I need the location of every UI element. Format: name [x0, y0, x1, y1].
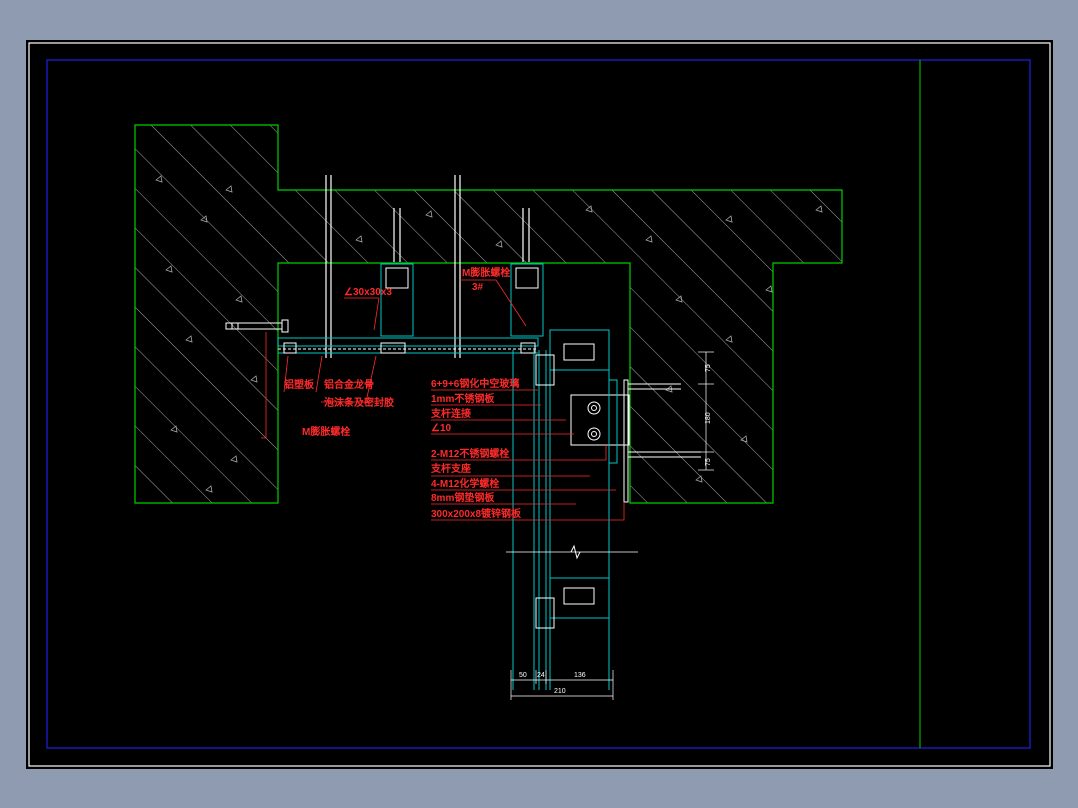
dim-right-mid: 180	[705, 412, 712, 424]
label-expansion-bolt-top: M膨胀螺栓	[462, 266, 510, 279]
label-steel-support: 支杆支座	[430, 462, 471, 475]
label-expansion-bolt-left: M膨胀螺栓	[302, 425, 350, 438]
label-stainless-plate: 1mm不锈钢板	[431, 392, 495, 405]
cad-viewport[interactable]: 75 180 75 50 24 136 210 ∠30x30x3 M膨胀螺栓 3…	[26, 40, 1053, 769]
label-steel-plate-8: 8mm钢垫钢板	[431, 491, 495, 504]
cad-drawing: 75 180 75 50 24 136 210 ∠30x30x3 M膨胀螺栓 3…	[28, 42, 1051, 767]
label-chemical-bolts: 4-M12化学螺栓	[431, 477, 499, 490]
label-angle-steel: ∠30x30x3	[344, 287, 392, 298]
label-glass: 6+9+6钢化中空玻璃	[431, 377, 519, 390]
dim-right-bot: 75	[705, 458, 712, 466]
label-embedded-plate: 300x200x8镀锌钢板	[431, 507, 522, 520]
concrete-slab-left	[134, 124, 843, 504]
label-stainless-bolts: 2-M12不锈钢螺栓	[431, 447, 509, 460]
ceiling-panel	[277, 337, 539, 354]
dim-right-top: 75	[705, 364, 712, 372]
dim-bottom-3: 136	[574, 672, 586, 679]
label-angle-10: ∠10	[431, 423, 452, 434]
label-support-plate: 支杆连接	[430, 407, 471, 420]
label-aluminum-board: 铝塑板	[284, 378, 315, 391]
label-aluminum-alloy-keel: 铝合金龙骨	[324, 378, 374, 391]
dim-bottom-1: 50	[519, 672, 527, 679]
curtain-wall-mullion	[512, 329, 610, 690]
dim-bottom-total: 210	[554, 688, 566, 695]
label-expansion-bolt-top-size: 3#	[472, 282, 484, 293]
dim-bottom-2: 24	[537, 672, 545, 679]
label-foam-sealant: 泡沫条及密封胶	[324, 396, 394, 409]
